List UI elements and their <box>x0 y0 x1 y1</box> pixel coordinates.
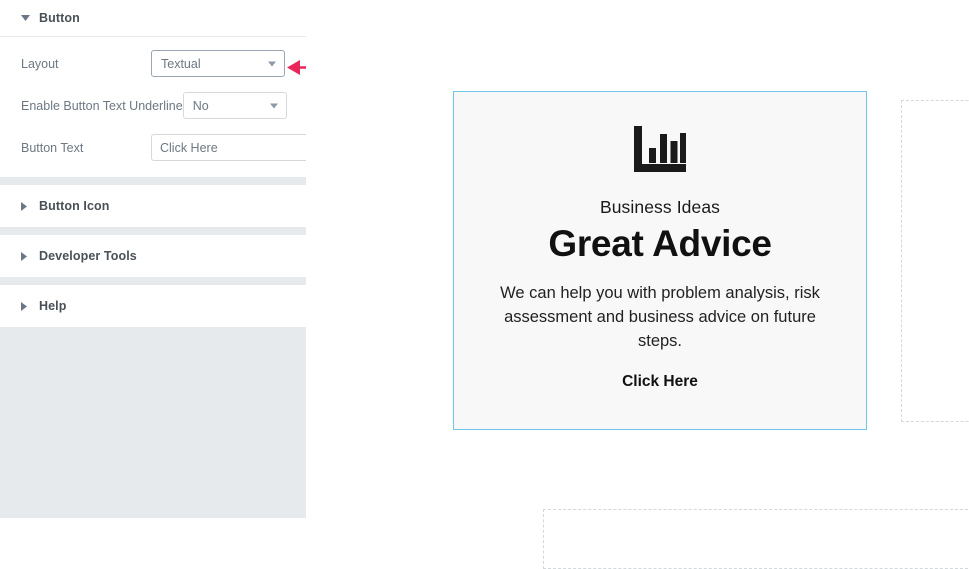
layout-select-value: Textual <box>161 56 201 71</box>
control-row-underline: Enable Button Text Underline No <box>21 90 287 121</box>
section-title: Help <box>39 299 67 313</box>
control-label-button-text: Button Text <box>21 140 84 155</box>
card-cta-button[interactable]: Click Here <box>622 373 698 391</box>
section-title: Developer Tools <box>39 249 137 263</box>
section-body-button: Layout Textual Enable Button Text Underl… <box>0 37 353 177</box>
caret-right-icon <box>21 251 33 261</box>
section-header-button-icon[interactable]: Button Icon <box>0 185 306 227</box>
control-field-layout: Textual <box>151 50 285 77</box>
caret-down-icon <box>21 15 33 21</box>
promo-card[interactable]: Business Ideas Great Advice We can help … <box>453 91 867 430</box>
underline-select[interactable]: No <box>182 92 287 119</box>
button-text-input-wrap <box>151 134 353 161</box>
section-header-developer-tools[interactable]: Developer Tools <box>0 235 306 277</box>
bar-chart-icon <box>632 124 688 181</box>
card-description: We can help you with problem analysis, r… <box>500 283 820 350</box>
chevron-down-icon <box>269 103 278 108</box>
control-label-layout: Layout <box>21 56 59 71</box>
control-field-underline: No <box>182 92 287 119</box>
editor-panel: Button Layout Textual Enable Button Text… <box>0 0 353 518</box>
caret-right-icon <box>21 301 33 311</box>
card-title: Great Advice <box>548 223 772 264</box>
section-header-button[interactable]: Button <box>0 0 306 37</box>
bottom-placeholder[interactable] <box>543 509 969 569</box>
chevron-down-icon <box>268 61 276 66</box>
control-row-button-text: Button Text <box>21 132 353 163</box>
caret-right-icon <box>21 201 33 211</box>
layout-select[interactable]: Textual <box>151 50 285 77</box>
right-placeholder[interactable] <box>901 100 969 422</box>
underline-select-value: No <box>192 98 209 113</box>
control-field-button-text <box>151 134 353 161</box>
section-header-help[interactable]: Help <box>0 285 306 327</box>
button-text-input[interactable] <box>151 134 329 161</box>
control-row-layout: Layout Textual <box>21 48 285 79</box>
control-label-underline: Enable Button Text Underline <box>21 98 183 113</box>
section-title: Button Icon <box>39 199 110 213</box>
section-title: Button <box>39 11 80 25</box>
card-subtitle: Business Ideas <box>599 197 721 217</box>
preview-canvas: Business Ideas Great Advice We can help … <box>306 0 969 569</box>
